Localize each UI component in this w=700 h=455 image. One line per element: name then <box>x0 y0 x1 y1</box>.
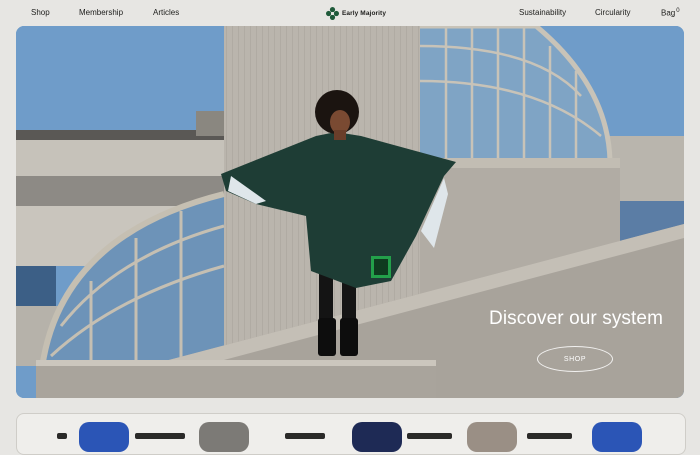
bag-label: Bag <box>661 8 676 18</box>
nav-circularity-link[interactable]: Circularity <box>595 8 631 17</box>
bag-count-badge: 0 <box>676 8 680 14</box>
category-text-fragment <box>57 433 67 439</box>
category-thumbnail[interactable] <box>199 422 249 452</box>
nav-sustainability-link[interactable]: Sustainability <box>519 8 566 17</box>
category-thumbnail[interactable] <box>467 422 517 452</box>
hero-banner[interactable]: Discover our system SHOP <box>16 26 684 398</box>
category-text-fragment <box>527 433 572 439</box>
category-thumbnail[interactable] <box>592 422 642 452</box>
category-thumbnail[interactable] <box>352 422 402 452</box>
brand-logo[interactable]: Early Majority <box>326 5 386 21</box>
flower-logo-icon <box>326 6 339 20</box>
hero-shop-button[interactable]: SHOP <box>537 346 613 372</box>
bag-button[interactable]: Bag0 <box>661 8 680 18</box>
hero-headline: Discover our system <box>489 308 663 329</box>
category-text-fragment <box>135 433 185 439</box>
hero-photo <box>16 26 684 398</box>
category-text-fragment <box>407 433 452 439</box>
category-thumbnail[interactable] <box>79 422 129 452</box>
nav-membership-link[interactable]: Membership <box>79 8 123 17</box>
nav-shop-link[interactable]: Shop <box>31 8 50 17</box>
top-navigation: Shop Membership Articles Early Majority … <box>0 0 700 26</box>
category-text-fragment <box>285 433 325 439</box>
category-strip <box>16 413 686 455</box>
brand-name: Early Majority <box>342 9 387 17</box>
nav-articles-link[interactable]: Articles <box>153 8 179 17</box>
